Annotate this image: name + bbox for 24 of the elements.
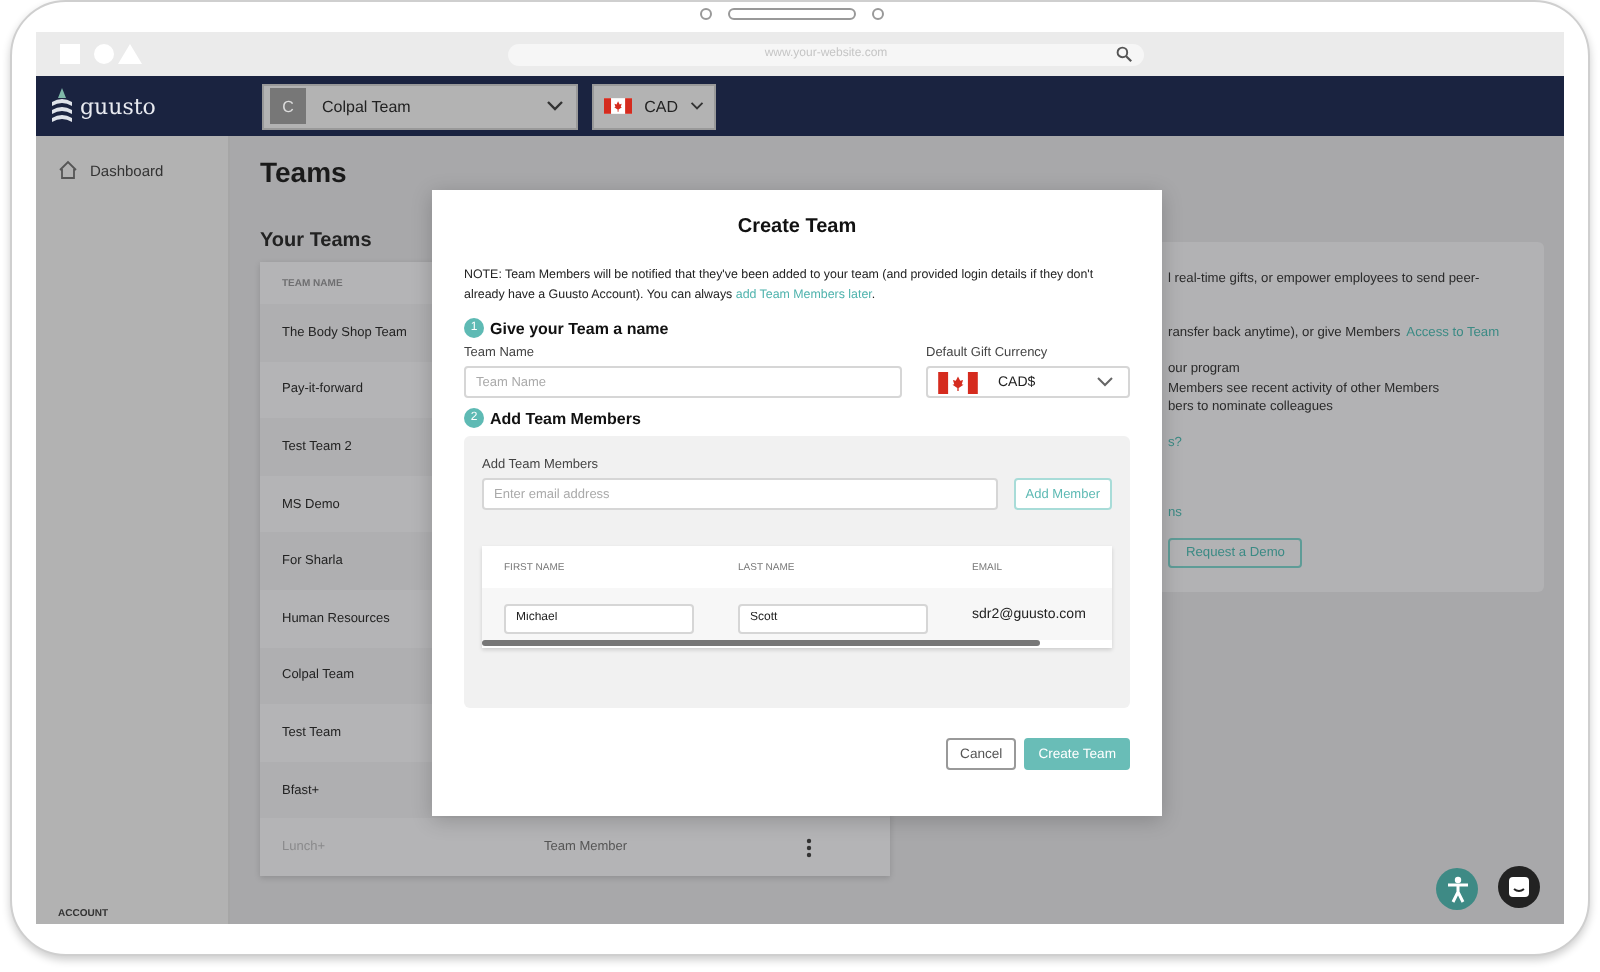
- team-avatar: C: [270, 88, 306, 124]
- chevron-down-icon: [1096, 376, 1114, 389]
- section-heading: Your Teams: [260, 230, 374, 252]
- dialog-title: Create Team: [737, 216, 857, 238]
- accessibility-icon: [1445, 875, 1469, 903]
- horizontal-scrollbar[interactable]: [482, 640, 1112, 649]
- more-options-icon[interactable]: [806, 837, 812, 858]
- team-dropdown[interactable]: C Colpal Team: [262, 83, 578, 129]
- logo-text: guusto: [80, 93, 156, 119]
- camera-icon: [700, 8, 712, 20]
- sensor-icon: [872, 8, 884, 20]
- canada-flag-icon: [936, 371, 980, 394]
- chevron-down-icon: [546, 100, 564, 112]
- step-title: Give your Team a name: [490, 319, 669, 338]
- step-title: Add Team Members: [490, 409, 641, 428]
- chevron-down-icon: [689, 100, 704, 112]
- canada-flag-icon: [604, 96, 633, 116]
- chat-icon: [1508, 876, 1530, 898]
- page-title: Teams: [260, 156, 349, 188]
- logo-icon: [50, 86, 74, 126]
- search-icon: [1116, 46, 1132, 62]
- currency-dropdown[interactable]: CAD: [592, 83, 716, 129]
- speaker-icon: [728, 8, 856, 20]
- home-icon: [58, 160, 78, 180]
